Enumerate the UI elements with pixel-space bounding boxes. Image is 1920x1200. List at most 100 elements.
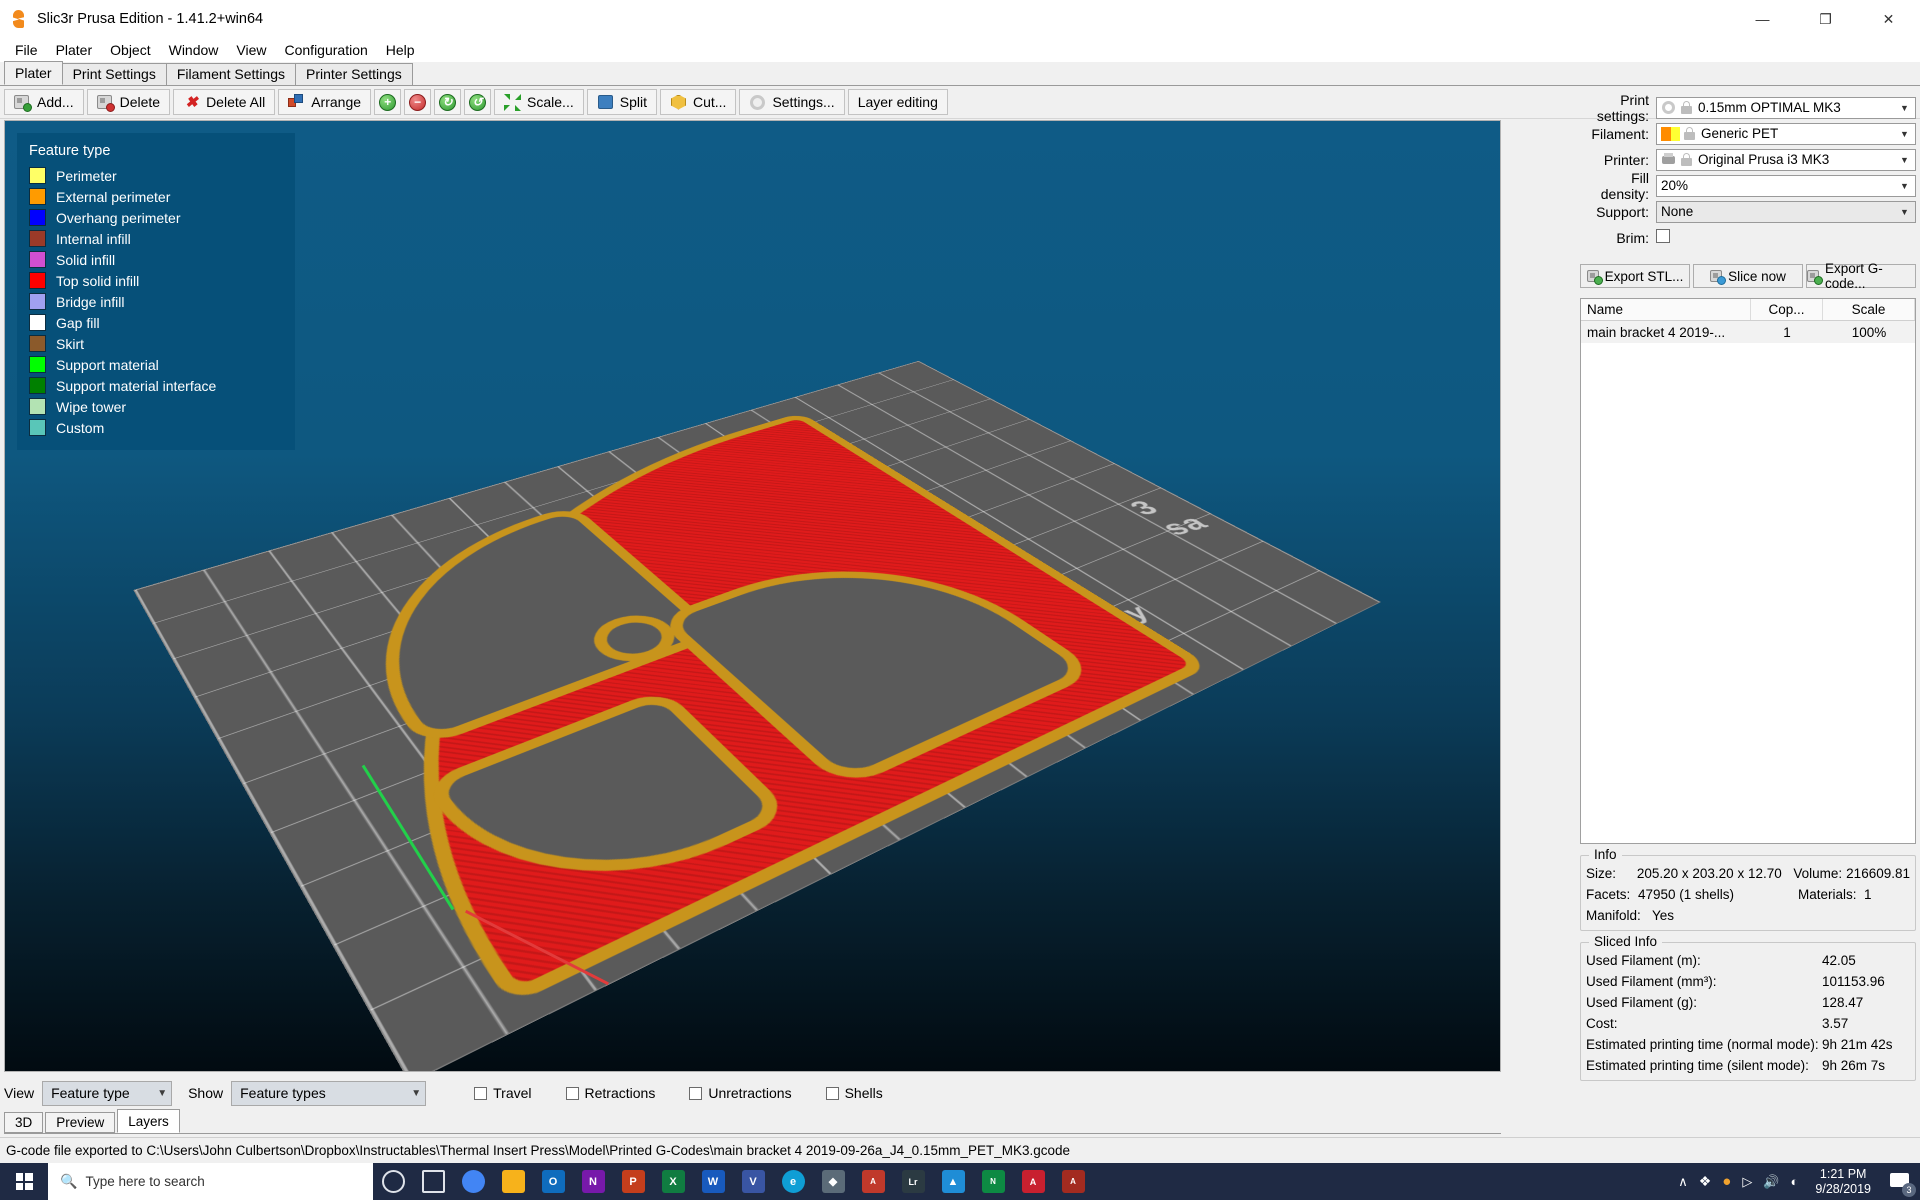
chevron-down-icon[interactable]: ▼: [1897, 101, 1912, 116]
print-settings-select[interactable]: 0.15mm OPTIMAL MK3 ▼: [1656, 96, 1916, 119]
cortana-icon[interactable]: [373, 1163, 413, 1200]
acrobat-icon[interactable]: A: [1013, 1163, 1053, 1200]
arrange-button-label: Arrange: [311, 94, 362, 110]
cut-button[interactable]: Cut...: [659, 89, 737, 115]
layer-editing-button[interactable]: Layer editing: [847, 89, 948, 115]
add-button[interactable]: Add...: [4, 89, 84, 115]
brim-checkbox[interactable]: [1656, 229, 1670, 243]
fill-density-combo[interactable]: 20% ▼: [1656, 174, 1916, 197]
info-size-label: Size:: [1586, 866, 1617, 881]
retractions-checkbox[interactable]: Retractions: [565, 1085, 655, 1101]
export-stl-button[interactable]: Export STL...: [1580, 264, 1690, 288]
menu-item-window[interactable]: Window: [160, 40, 228, 60]
slice-now-button[interactable]: Slice now: [1693, 264, 1803, 288]
rotate-cw-button[interactable]: ↺: [464, 89, 492, 115]
chevron-down-icon[interactable]: ▼: [1897, 127, 1912, 142]
rotate-cw-icon: ↺: [469, 93, 487, 111]
tab-print-settings[interactable]: Print Settings: [61, 63, 167, 85]
delete-all-button[interactable]: ✖ Delete All: [173, 89, 276, 115]
task-view-icon[interactable]: [413, 1163, 453, 1200]
legend-swatch: [29, 419, 46, 436]
excel-icon[interactable]: X: [653, 1163, 693, 1200]
autocad-icon[interactable]: A: [853, 1163, 893, 1200]
search-input[interactable]: 🔍 Type here to search: [48, 1163, 373, 1200]
object-name: main bracket 4 2019-...: [1587, 324, 1726, 340]
printer-label: Printer:: [1603, 151, 1649, 168]
sliced-value: 128.47: [1822, 995, 1864, 1010]
info-manifold-value: Yes: [1652, 908, 1675, 923]
taskbar-clock[interactable]: 1:21 PM 9/28/2019: [1815, 1167, 1871, 1197]
retractions-checkbox-box[interactable]: [565, 1086, 579, 1100]
maximize-button[interactable]: ❐: [1794, 0, 1857, 38]
chevron-down-icon[interactable]: ▼: [1897, 179, 1912, 194]
minimize-button[interactable]: —: [1731, 0, 1794, 38]
travel-checkbox[interactable]: Travel: [474, 1085, 532, 1101]
unretractions-checkbox-box[interactable]: [689, 1086, 703, 1100]
word-icon[interactable]: W: [693, 1163, 733, 1200]
view-select[interactable]: Feature type ▼: [42, 1080, 173, 1106]
battery-icon[interactable]: ▷: [1742, 1174, 1752, 1190]
print-settings-value: 0.15mm OPTIMAL MK3: [1698, 100, 1841, 115]
edge-icon[interactable]: e: [773, 1163, 813, 1200]
decrease-copies-button[interactable]: −: [404, 89, 432, 115]
delete-button[interactable]: Delete: [86, 89, 171, 115]
powerpoint-icon[interactable]: P: [613, 1163, 653, 1200]
legend-label: Custom: [56, 419, 105, 436]
fusion360-icon[interactable]: ◆: [813, 1163, 853, 1200]
tab-plater[interactable]: Plater: [4, 61, 63, 85]
chevron-down-icon[interactable]: ▼: [1897, 153, 1912, 168]
outlook-icon[interactable]: O: [533, 1163, 573, 1200]
moon-sync-icon[interactable]: ●: [1722, 1173, 1731, 1190]
3d-preview-viewport[interactable]: 3 sa by Feature type Perimeter External …: [4, 120, 1501, 1072]
travel-checkbox-box[interactable]: [474, 1086, 488, 1100]
menu-item-plater[interactable]: Plater: [47, 40, 102, 60]
volume-icon[interactable]: 🔊: [1763, 1174, 1779, 1190]
printer-select[interactable]: Original Prusa i3 MK3 ▼: [1656, 148, 1916, 171]
tab-layers[interactable]: Layers: [117, 1109, 180, 1133]
file-explorer-icon[interactable]: [493, 1163, 533, 1200]
tab-printer-settings[interactable]: Printer Settings: [295, 63, 413, 85]
start-button[interactable]: [0, 1163, 48, 1200]
rotate-ccw-button[interactable]: ↻: [434, 89, 462, 115]
search-icon: 🔍: [60, 1173, 78, 1189]
increase-copies-button[interactable]: +: [374, 89, 402, 115]
shells-checkbox[interactable]: Shells: [825, 1085, 883, 1101]
show-select[interactable]: Feature types ▼: [231, 1080, 427, 1106]
menu-item-view[interactable]: View: [227, 40, 275, 60]
settings-button[interactable]: Settings...: [739, 89, 845, 115]
slic3r-icon[interactable]: ▲: [933, 1163, 973, 1200]
nx-icon[interactable]: N: [973, 1163, 1013, 1200]
unretractions-checkbox[interactable]: Unretractions: [689, 1085, 792, 1101]
filament-select[interactable]: Generic PET ▼: [1656, 122, 1916, 145]
info-volume-label: Volume:: [1793, 866, 1843, 881]
wifi-icon[interactable]: ◐: [1791, 1174, 1799, 1189]
legend-label: Wipe tower: [56, 398, 127, 415]
scale-button[interactable]: Scale...: [494, 89, 584, 115]
print-settings-row: Print settings: 0.15mm OPTIMAL MK3 ▼: [1580, 92, 1916, 124]
tab-3d[interactable]: 3D: [4, 1112, 44, 1133]
autocad2-icon[interactable]: A: [1053, 1163, 1093, 1200]
table-row[interactable]: main bracket 4 2019-... 1 100%: [1581, 321, 1915, 343]
chrome-icon[interactable]: [453, 1163, 493, 1200]
dropbox-icon[interactable]: ❖: [1699, 1173, 1712, 1190]
show-hidden-icons-icon[interactable]: ∧: [1678, 1174, 1688, 1190]
menu-item-object[interactable]: Object: [101, 40, 159, 60]
menu-item-configuration[interactable]: Configuration: [276, 40, 377, 60]
close-button[interactable]: ✕: [1857, 0, 1920, 38]
support-select[interactable]: None ▼: [1656, 200, 1916, 223]
export-gcode-button[interactable]: Export G-code...: [1806, 261, 1916, 291]
visio-icon[interactable]: V: [733, 1163, 773, 1200]
tab-preview[interactable]: Preview: [45, 1112, 116, 1133]
chevron-down-icon[interactable]: ▼: [1897, 205, 1912, 220]
notification-center-icon[interactable]: 3: [1890, 1171, 1916, 1197]
split-button[interactable]: Split: [586, 89, 657, 115]
menu-item-help[interactable]: Help: [377, 40, 424, 60]
object-list[interactable]: Name Cop... Scale main bracket 4 2019-..…: [1580, 298, 1916, 844]
show-label: Show: [188, 1085, 224, 1101]
onenote-icon[interactable]: N: [573, 1163, 613, 1200]
menu-item-file[interactable]: File: [6, 40, 47, 60]
tab-filament-settings[interactable]: Filament Settings: [165, 63, 297, 85]
shells-checkbox-box[interactable]: [825, 1086, 839, 1100]
arrange-button[interactable]: Arrange: [278, 89, 372, 115]
lightroom-icon[interactable]: Lr: [893, 1163, 933, 1200]
